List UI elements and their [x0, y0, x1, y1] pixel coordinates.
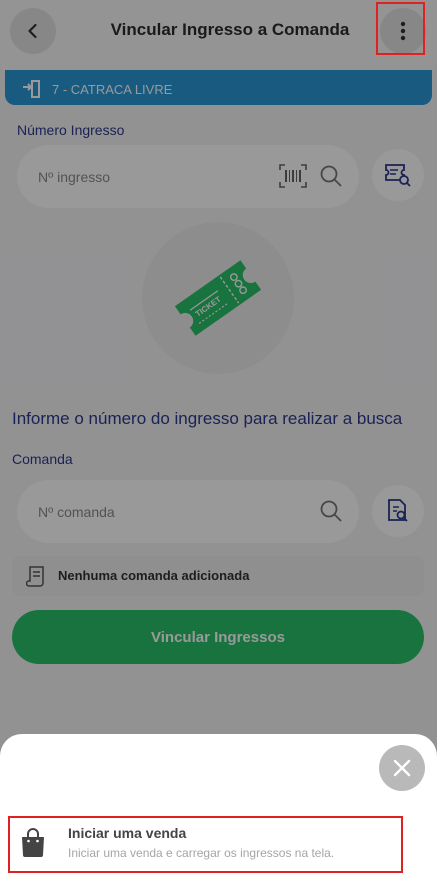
- close-sheet-button[interactable]: [379, 745, 425, 791]
- start-sale-title: Iniciar uma venda: [68, 825, 187, 841]
- shopping-bag-icon: [22, 828, 44, 857]
- close-icon: [393, 759, 411, 777]
- highlight-box-menu: [376, 2, 425, 55]
- start-sale-subtitle: Iniciar uma venda e carregar os ingresso…: [68, 846, 335, 860]
